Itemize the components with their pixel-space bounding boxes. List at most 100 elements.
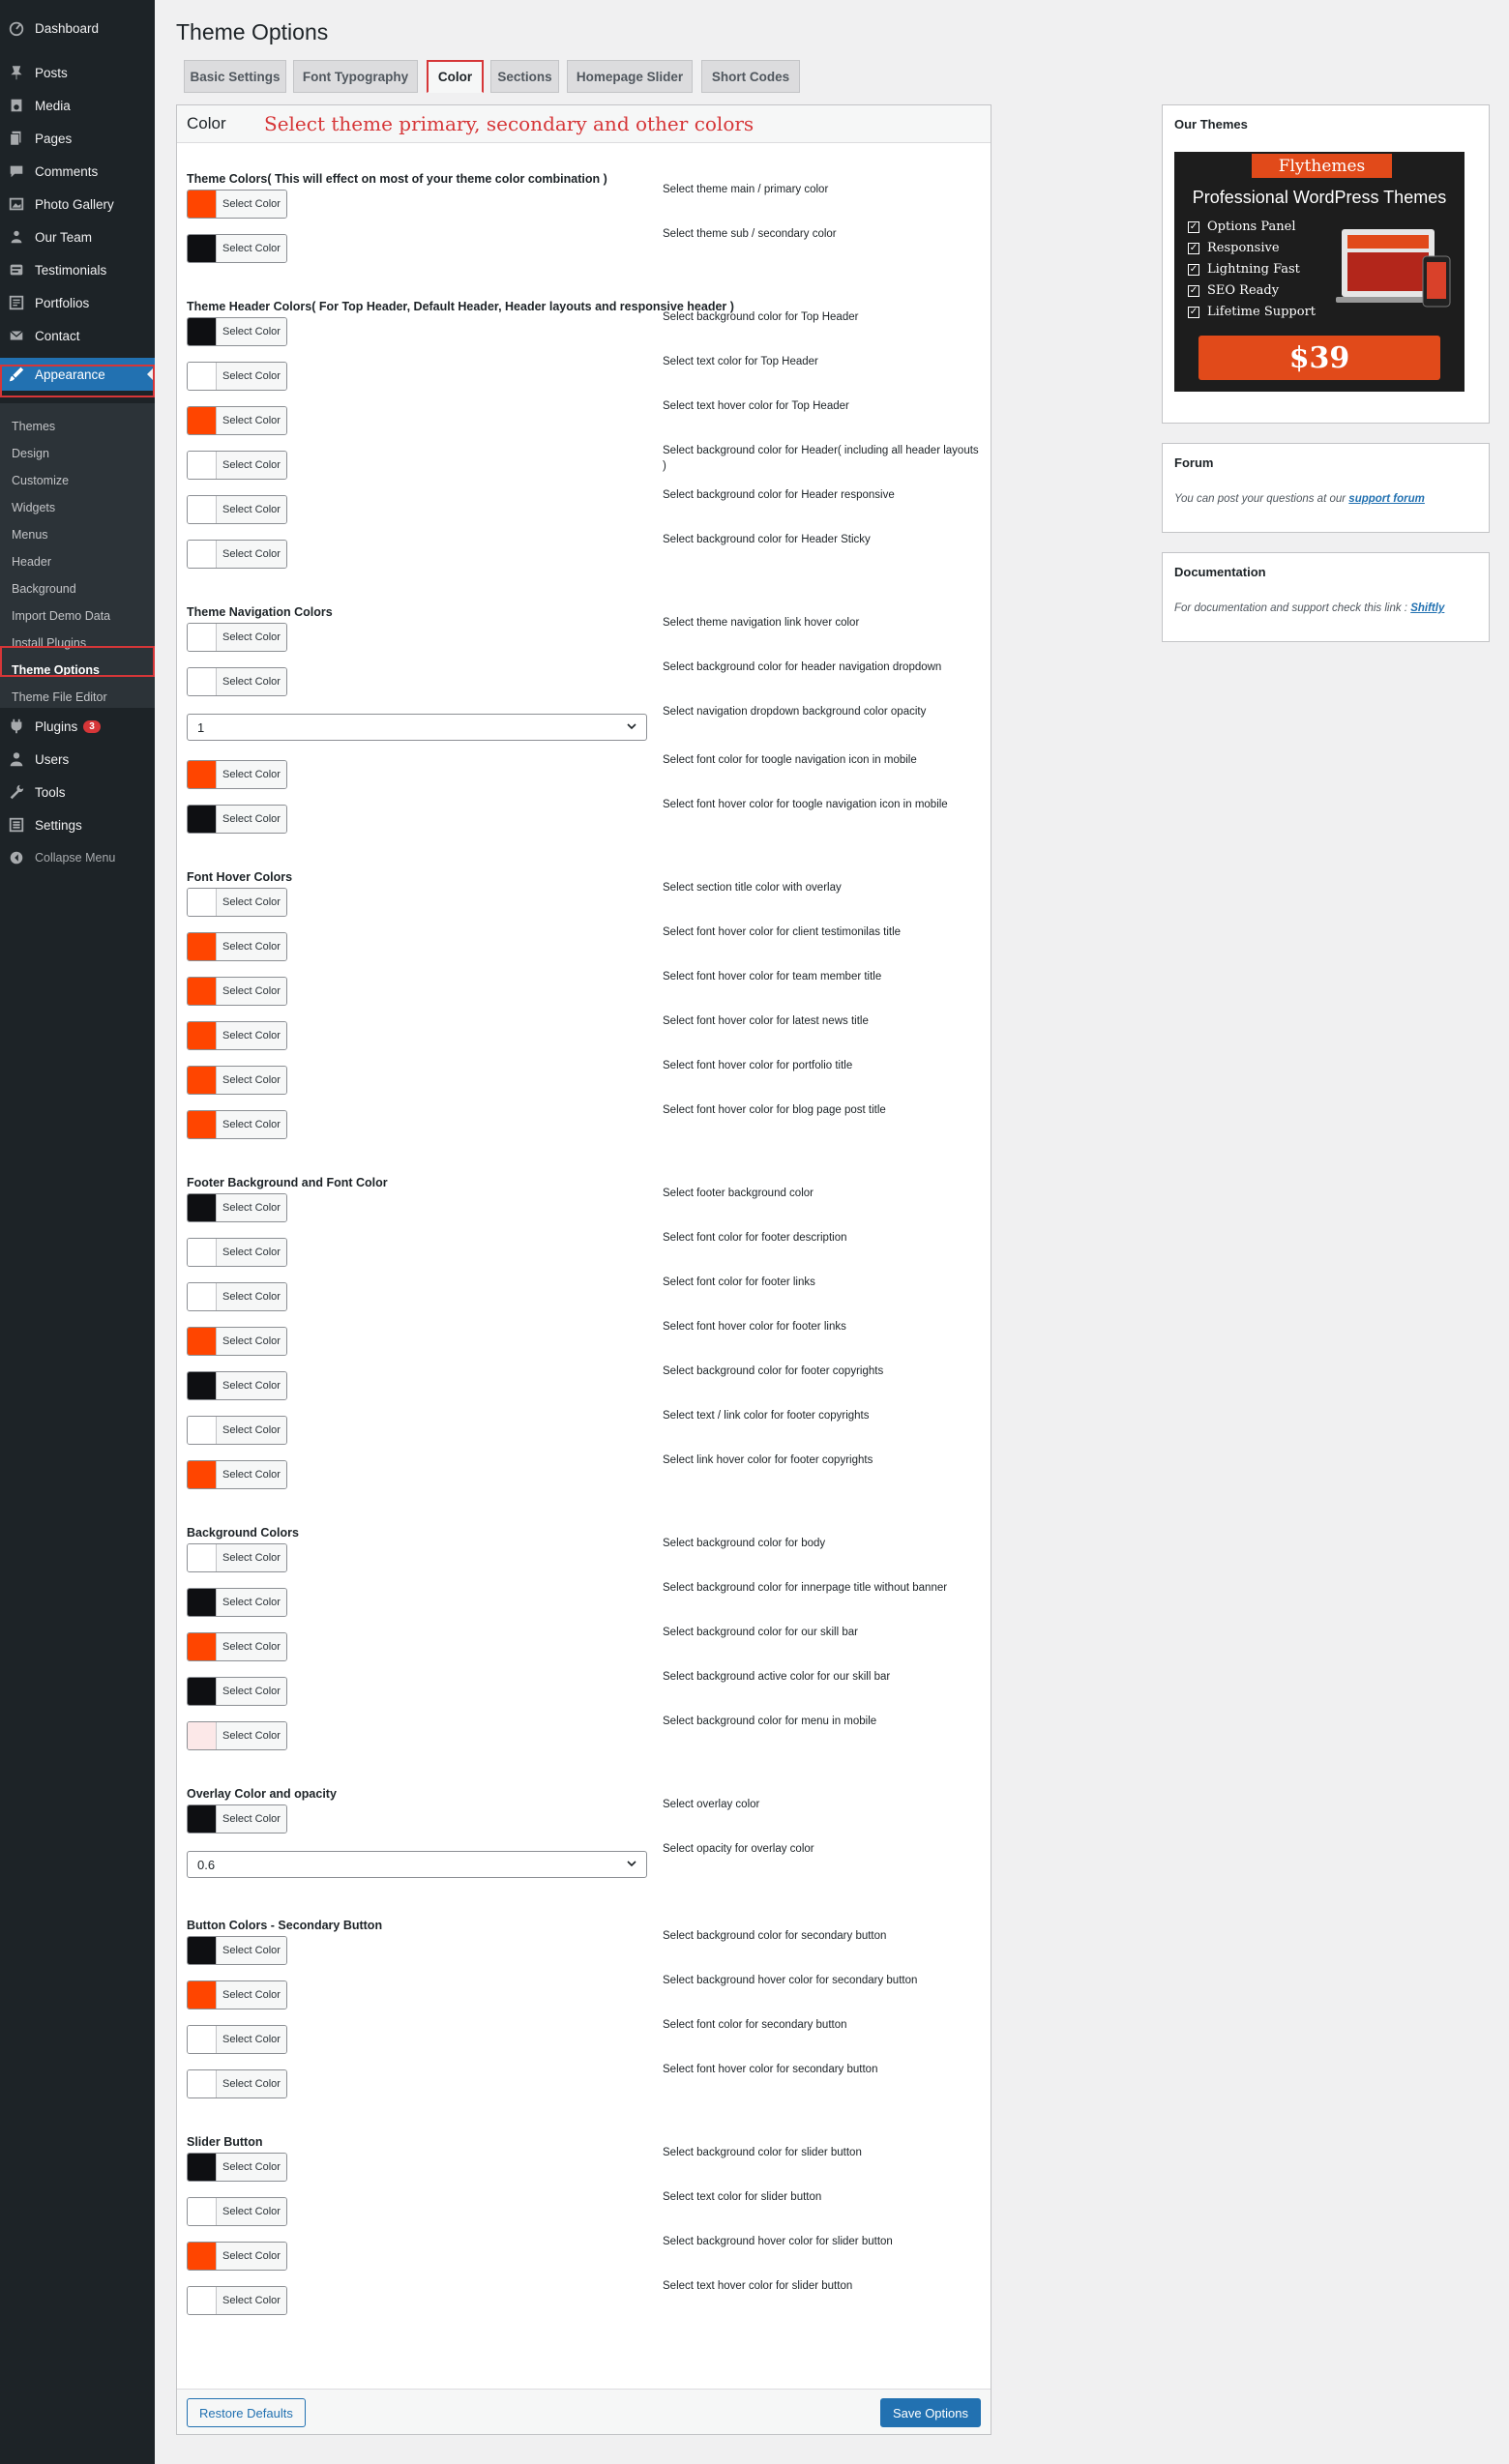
select-color-button[interactable]: Select Color <box>187 1327 287 1356</box>
select-color-button[interactable]: Select Color <box>187 1021 287 1050</box>
select-color-button[interactable]: Select Color <box>187 451 287 480</box>
sidebar-item-our-team[interactable]: Our Team <box>0 220 155 253</box>
select-color-button[interactable]: Select Color <box>187 234 287 263</box>
sidebar-item-users[interactable]: Users <box>0 743 155 776</box>
tab-sections[interactable]: Sections <box>490 60 559 93</box>
select-color-button[interactable]: Select Color <box>187 1193 287 1222</box>
select-color-label: Select Color <box>217 889 286 916</box>
select-color-button[interactable]: Select Color <box>187 2197 287 2226</box>
shiftly-link[interactable]: Shiftly <box>1410 602 1444 614</box>
submenu-item-customize[interactable]: Customize <box>0 467 155 494</box>
option-description: Select font color for footer links <box>663 1276 815 1288</box>
color-swatch <box>188 541 217 568</box>
sidebar-item-appearance[interactable]: Appearance <box>0 358 155 391</box>
color-swatch <box>188 1022 217 1049</box>
sidebar-item-photo-gallery[interactable]: Photo Gallery <box>0 188 155 220</box>
save-options-button[interactable]: Save Options <box>879 2398 981 2427</box>
option-description: Select background color for secondary bu… <box>663 1930 887 1942</box>
team-icon <box>7 227 26 247</box>
submenu-item-theme-options[interactable]: Theme Options <box>0 657 155 684</box>
collapse-icon <box>7 848 26 867</box>
select-color-button[interactable]: Select Color <box>187 406 287 435</box>
select-color-label: Select Color <box>217 761 286 788</box>
select-color-button[interactable]: Select Color <box>187 1110 287 1139</box>
sidebar-item-posts[interactable]: Posts <box>0 56 155 89</box>
select-color-button[interactable]: Select Color <box>187 760 287 789</box>
tab-basic-settings[interactable]: Basic Settings <box>184 60 286 93</box>
sidebar-item-collapse-menu[interactable]: Collapse Menu <box>0 841 155 874</box>
select-color-button[interactable]: Select Color <box>187 1980 287 2009</box>
sidebar-item-tools[interactable]: Tools <box>0 776 155 808</box>
sidebar-item-dashboard[interactable]: Dashboard <box>0 12 155 44</box>
select-color-button[interactable]: Select Color <box>187 1677 287 1706</box>
select-color-label: Select Color <box>217 2287 286 2314</box>
color-swatch <box>188 668 217 695</box>
select-color-button[interactable]: Select Color <box>187 2069 287 2098</box>
select-color-button[interactable]: Select Color <box>187 1371 287 1400</box>
submenu-item-widgets[interactable]: Widgets <box>0 494 155 521</box>
select-color-button[interactable]: Select Color <box>187 1588 287 1617</box>
select-color-button[interactable]: Select Color <box>187 1804 287 1833</box>
sidebar-item-label: Appearance <box>35 367 105 382</box>
select-color-button[interactable]: Select Color <box>187 888 287 917</box>
submenu-item-design[interactable]: Design <box>0 440 155 467</box>
select-color-button[interactable]: Select Color <box>187 1721 287 1750</box>
select-color-label: Select Color <box>217 978 286 1005</box>
sidebar-item-plugins[interactable]: Plugins 3 <box>0 710 155 743</box>
restore-defaults-button[interactable]: Restore Defaults <box>187 2398 306 2427</box>
tab-short-codes[interactable]: Short Codes <box>701 60 800 93</box>
select-color-button[interactable]: Select Color <box>187 1238 287 1267</box>
select-color-button[interactable]: Select Color <box>187 2025 287 2054</box>
opacity-select[interactable]: 0.6 <box>187 1851 647 1878</box>
select-color-button[interactable]: Select Color <box>187 495 287 524</box>
opacity-select[interactable]: 1 <box>187 714 647 741</box>
submenu-item-install-plugins[interactable]: Install Plugins <box>0 630 155 657</box>
select-color-button[interactable]: Select Color <box>187 1066 287 1095</box>
submenu-item-menus[interactable]: Menus <box>0 521 155 548</box>
sidebar-item-testimonials[interactable]: Testimonials <box>0 253 155 286</box>
select-color-button[interactable]: Select Color <box>187 2242 287 2271</box>
select-color-label: Select Color <box>217 1544 286 1571</box>
color-swatch <box>188 933 217 960</box>
select-color-button[interactable]: Select Color <box>187 1416 287 1445</box>
submenu-item-import-demo-data[interactable]: Import Demo Data <box>0 602 155 630</box>
sidebar-item-settings[interactable]: Settings <box>0 808 155 841</box>
select-color-button[interactable]: Select Color <box>187 317 287 346</box>
select-color-button[interactable]: Select Color <box>187 1543 287 1572</box>
select-color-button[interactable]: Select Color <box>187 1936 287 1965</box>
select-color-button[interactable]: Select Color <box>187 540 287 569</box>
update-count-badge: 3 <box>83 719 101 733</box>
sidebar-item-portfolios[interactable]: Portfolios <box>0 286 155 319</box>
comments-icon <box>7 161 26 181</box>
select-color-button[interactable]: Select Color <box>187 2153 287 2182</box>
select-color-button[interactable]: Select Color <box>187 977 287 1006</box>
submenu-item-background[interactable]: Background <box>0 575 155 602</box>
option-description: Select theme sub / secondary color <box>663 228 837 240</box>
sidebar-item-media[interactable]: Media <box>0 89 155 122</box>
submenu-item-theme-file-editor[interactable]: Theme File Editor <box>0 684 155 711</box>
tab-homepage-slider[interactable]: Homepage Slider <box>567 60 693 93</box>
select-color-button[interactable]: Select Color <box>187 623 287 652</box>
select-color-button[interactable]: Select Color <box>187 667 287 696</box>
select-color-button[interactable]: Select Color <box>187 805 287 834</box>
submenu-item-header[interactable]: Header <box>0 548 155 575</box>
sidebar-item-label: Testimonials <box>35 262 107 278</box>
our-themes-title: Our Themes <box>1174 117 1248 132</box>
tab-font-typography[interactable]: Font Typography <box>293 60 418 93</box>
checkbox-icon: ✓ <box>1188 284 1199 297</box>
select-color-button[interactable]: Select Color <box>187 1282 287 1311</box>
sidebar-item-contact[interactable]: Contact <box>0 319 155 352</box>
select-color-button[interactable]: Select Color <box>187 362 287 391</box>
select-color-button[interactable]: Select Color <box>187 1460 287 1489</box>
select-color-button[interactable]: Select Color <box>187 190 287 219</box>
select-color-button[interactable]: Select Color <box>187 2286 287 2315</box>
select-color-button[interactable]: Select Color <box>187 1632 287 1661</box>
flythemes-promo-banner[interactable]: Flythemes Professional WordPress Themes … <box>1174 152 1465 392</box>
tab-color[interactable]: Color <box>427 60 484 93</box>
submenu-item-themes[interactable]: Themes <box>0 413 155 440</box>
sidebar-item-comments[interactable]: Comments <box>0 155 155 188</box>
support-forum-link[interactable]: support forum <box>1348 493 1425 505</box>
option-description: Select text color for slider button <box>663 2191 822 2203</box>
sidebar-item-pages[interactable]: Pages <box>0 122 155 155</box>
select-color-button[interactable]: Select Color <box>187 932 287 961</box>
